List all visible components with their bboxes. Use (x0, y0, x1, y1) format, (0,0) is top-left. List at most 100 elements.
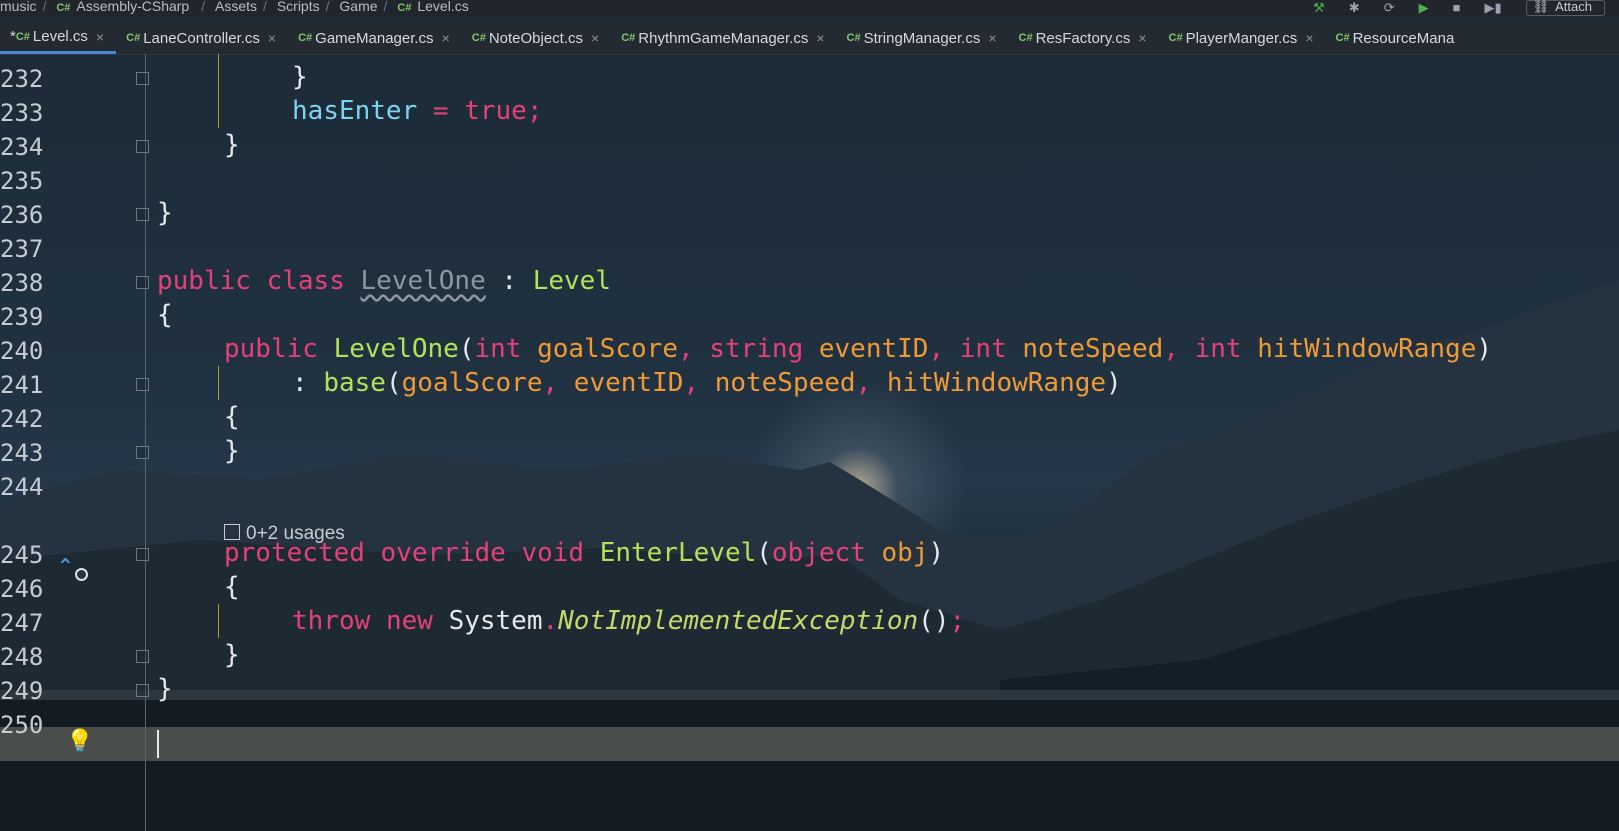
brace: { (157, 300, 173, 330)
override-icon[interactable]: ^ (60, 555, 71, 576)
code-line-232[interactable]: } (292, 60, 308, 94)
line-number[interactable]: 249 (0, 674, 50, 708)
line-number[interactable]: 243 (0, 436, 50, 470)
fold-marker[interactable] (136, 650, 149, 663)
line-number[interactable]: 241 (0, 368, 50, 402)
code-line-234[interactable]: } (224, 128, 240, 162)
brace: { (224, 572, 240, 602)
csharp-icon: C# (846, 32, 861, 44)
param-name: hitWindowRange (1257, 334, 1477, 364)
breadcrumb-item[interactable]: Game (339, 0, 377, 13)
tab-resfactory-cs[interactable]: C# ResFactory.cs × (1009, 22, 1159, 54)
brace: } (224, 436, 240, 466)
tab-lanecontroller-cs[interactable]: C# LaneController.cs × (116, 22, 288, 54)
argument: noteSpeed (714, 368, 856, 398)
line-number[interactable]: 236 (0, 198, 50, 232)
line-number[interactable]: 234 (0, 130, 50, 164)
code-line-238[interactable]: public class LevelOne : Level (157, 264, 611, 298)
line-number[interactable]: 238 (0, 266, 50, 300)
line-number[interactable]: 232 (0, 62, 50, 96)
breadcrumb-item[interactable]: C# Assembly-CSharp (56, 0, 195, 14)
code-line-241[interactable]: : base(goalScore, eventID, noteSpeed, hi… (292, 366, 1122, 400)
tab-rhythmgamemanager-cs[interactable]: C# RhythmGameManager.cs × (611, 22, 836, 54)
tab-label: StringManager.cs (863, 29, 981, 47)
fold-marker[interactable] (136, 140, 149, 153)
comma: , (855, 368, 887, 398)
fold-marker[interactable] (136, 378, 149, 391)
line-number[interactable]: 235 (0, 164, 50, 198)
code-line-236[interactable]: } (157, 196, 173, 230)
line-number[interactable]: 233 (0, 96, 50, 130)
tab-level-cs[interactable]: * C# Level.cs × (0, 22, 117, 54)
tab-gamemanager-cs[interactable]: C# GameManager.cs × (288, 22, 462, 54)
stop-icon[interactable]: ■ (1453, 1, 1461, 14)
code-line-233[interactable]: hasEnter = true; (292, 94, 542, 128)
code-line-247[interactable]: throw new System.NotImplementedException… (292, 604, 965, 638)
fold-marker[interactable] (136, 548, 149, 561)
code-line-240[interactable]: public LevelOne(int goalScore, string ev… (224, 332, 1492, 366)
line-number[interactable]: 244 (0, 470, 50, 504)
tab-label: PlayerManger.cs (1185, 29, 1298, 47)
debug-icon[interactable]: ⟳ (1384, 1, 1395, 14)
tab-label: RhythmGameManager.cs (638, 29, 809, 47)
attach-button[interactable]: ⛓ Attach (1525, 0, 1605, 16)
run-toolbar: ⚒ ✱ ⟳ ▶ ■ ▶▮ ⛓ Attach (1313, 0, 1619, 16)
line-number[interactable]: 240 (0, 334, 50, 368)
close-icon[interactable]: × (1138, 30, 1146, 46)
fold-marker[interactable] (136, 276, 149, 289)
breadcrumb: music / C# Assembly-CSharp / Assets / Script… (0, 0, 1619, 16)
breadcrumb-item[interactable]: C# Level.cs (397, 0, 474, 14)
csharp-icon: C# (126, 32, 141, 44)
code-line-243[interactable]: } (224, 434, 240, 468)
line-number[interactable]: 237 (0, 232, 50, 266)
breadcrumb-item[interactable]: Assets (215, 0, 257, 13)
close-icon[interactable]: × (591, 30, 599, 46)
param-name: noteSpeed (1022, 334, 1164, 364)
tab-playermanger-cs[interactable]: C# PlayerManger.cs × (1159, 22, 1326, 54)
close-icon[interactable]: × (268, 30, 276, 46)
override-indicator-icon[interactable] (75, 568, 88, 581)
code-line-249[interactable]: } (157, 672, 173, 706)
hammer-icon[interactable]: ⚒ (1313, 1, 1325, 14)
line-number[interactable]: 239 (0, 300, 50, 334)
code-line-239[interactable]: { (157, 298, 173, 332)
close-icon[interactable]: × (96, 29, 104, 45)
keyword: throw (292, 606, 371, 636)
paren: () (918, 606, 950, 636)
keyword: void (521, 538, 585, 568)
code-line-248[interactable]: } (224, 638, 240, 672)
line-number[interactable]: 247 (0, 606, 50, 640)
fold-marker[interactable] (136, 208, 149, 221)
param-name: obj (881, 538, 929, 568)
line-number[interactable]: 245 (0, 538, 50, 572)
fold-marker[interactable] (136, 684, 149, 697)
code-line-245[interactable]: protected override void EnterLevel(objec… (224, 536, 944, 570)
breadcrumb-item[interactable]: Scripts (277, 0, 320, 13)
code-line-246[interactable]: { (224, 570, 240, 604)
punct: : (485, 266, 533, 296)
tab-label: LaneController.cs (143, 29, 260, 47)
fold-marker[interactable] (136, 72, 149, 85)
code-line-242[interactable]: { (224, 400, 240, 434)
lightbulb-icon[interactable]: 💡 (66, 729, 93, 754)
breadcrumb-separator: / (42, 0, 47, 14)
step-icon[interactable]: ▶▮ (1484, 1, 1501, 14)
tab-noteobject-cs[interactable]: C# NoteObject.cs × (462, 22, 611, 54)
text-caret (157, 730, 159, 758)
literal: true (464, 96, 527, 126)
line-number[interactable]: 246 (0, 572, 50, 606)
bug-icon[interactable]: ✱ (1349, 1, 1360, 14)
tab-stringmanager-cs[interactable]: C# StringManager.cs × (837, 22, 1009, 54)
close-icon[interactable]: × (442, 30, 450, 46)
close-icon[interactable]: × (1305, 30, 1313, 46)
fold-marker[interactable] (136, 446, 149, 459)
line-number[interactable]: 250 (0, 708, 50, 742)
close-icon[interactable]: × (816, 30, 824, 46)
breadcrumb-item[interactable]: music (0, 0, 37, 13)
line-number[interactable]: 242 (0, 402, 50, 436)
run-icon[interactable]: ▶ (1419, 1, 1429, 14)
csharp-icon: C# (1335, 32, 1350, 44)
close-icon[interactable]: × (988, 30, 996, 46)
line-number[interactable]: 248 (0, 640, 50, 674)
tab-resourcemanager-cs[interactable]: C# ResourceMana (1326, 22, 1467, 54)
